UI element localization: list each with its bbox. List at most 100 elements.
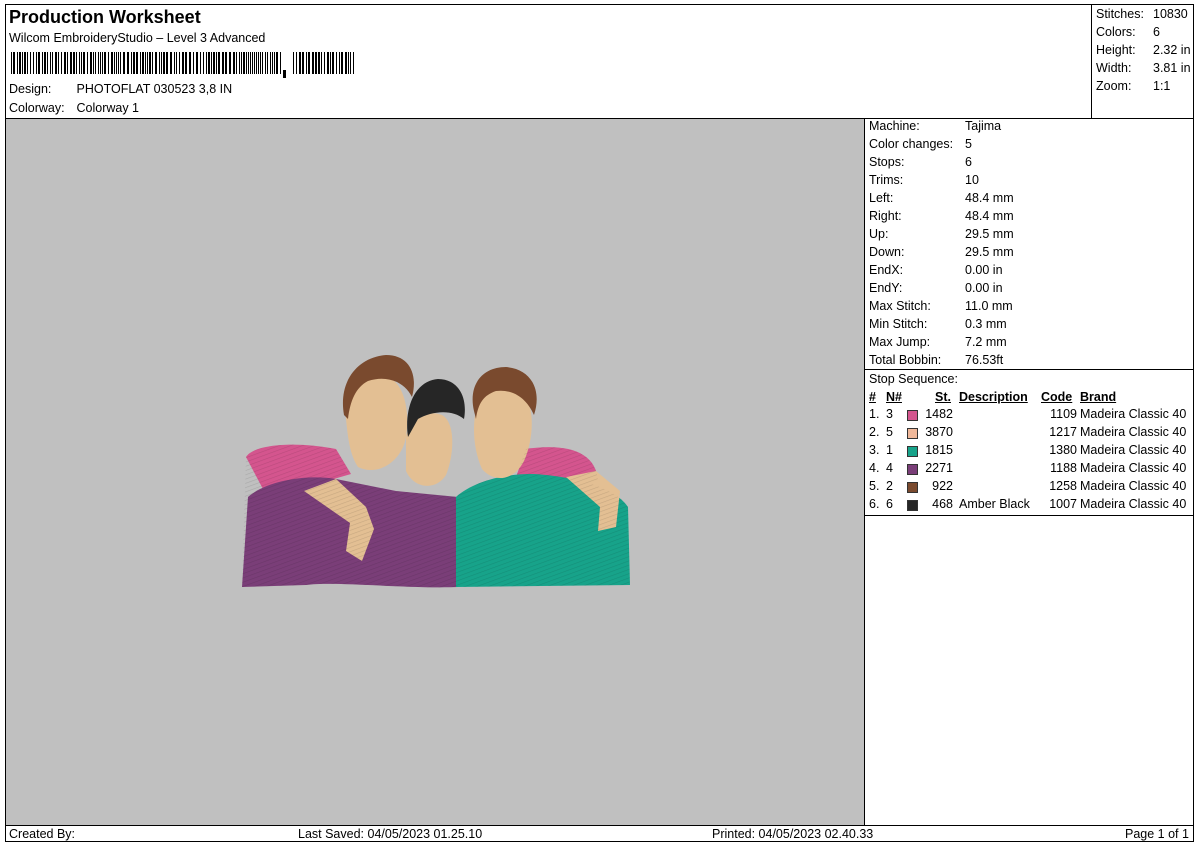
machine-info-value: 48.4 mm	[965, 209, 1014, 223]
width-label: Width:	[1096, 61, 1132, 75]
thread-brand: Madeira Classic 40	[1080, 425, 1187, 439]
barcode-bar	[267, 52, 268, 74]
barcode-bar	[13, 52, 15, 74]
col-header-idx: #	[869, 390, 876, 404]
barcode-bar	[149, 52, 151, 74]
stop-index: 3.	[869, 443, 880, 457]
col-header-brand: Brand	[1080, 390, 1117, 404]
col-header-description: Description	[959, 390, 1028, 404]
barcode-bar	[233, 52, 235, 74]
needle-number: 6	[886, 497, 893, 511]
machine-info-label: Machine:	[869, 119, 920, 133]
barcode-bar	[131, 52, 132, 74]
color-swatch	[907, 410, 918, 421]
barcode-bar	[104, 52, 106, 74]
stop-index: 1.	[869, 407, 880, 421]
barcode-bar	[262, 52, 263, 74]
barcode-bar	[218, 52, 220, 74]
colors-row: Colors: 6	[1096, 25, 1160, 39]
design-row: Design: PHOTOFLAT 030523 3,8 IN	[9, 82, 232, 96]
barcode-bar	[270, 52, 271, 74]
zoom-label: Zoom:	[1096, 79, 1132, 93]
stitch-count: 468	[932, 497, 953, 511]
barcode-bar	[211, 52, 212, 74]
machine-info-row: Trims: 10	[869, 173, 979, 187]
design-label: Design:	[9, 82, 52, 96]
barcode-bar	[11, 52, 12, 74]
machine-info-value: 10	[965, 173, 979, 187]
machine-info-label: Down:	[869, 245, 905, 259]
barcode-bar	[332, 52, 334, 74]
zoom-value: 1:1	[1153, 79, 1171, 93]
barcode-bar	[243, 52, 245, 74]
stop-sequence-title: Stop Sequence:	[869, 372, 958, 386]
machine-info-row: Max Stitch: 11.0 mm	[869, 299, 1013, 313]
stitch-count: 1482	[925, 407, 953, 421]
barcode-bar	[265, 52, 266, 74]
stitch-count: 2271	[925, 461, 953, 475]
stitches-row: Stitches: 10830	[1096, 7, 1188, 21]
needle-number: 1	[886, 443, 893, 457]
color-swatch	[907, 500, 918, 511]
machine-info-row: Machine: Tajima	[869, 119, 1001, 133]
barcode-bar	[73, 52, 75, 74]
thread-brand: Madeira Classic 40	[1080, 407, 1187, 421]
barcode-bar	[318, 52, 320, 74]
barcode-bar	[120, 52, 121, 74]
barcode-bar	[161, 52, 162, 74]
barcode-bar	[213, 52, 215, 74]
barcode-bar	[200, 52, 201, 74]
machine-info-row: Up: 29.5 mm	[869, 227, 1014, 241]
machine-info-value: 29.5 mm	[965, 227, 1014, 241]
color-swatch	[907, 464, 918, 475]
barcode-bar	[136, 52, 138, 74]
panel-divider	[864, 119, 865, 825]
machine-info-row: Right: 48.4 mm	[869, 209, 1014, 223]
thread-code: 1217	[1049, 425, 1077, 439]
barcode-bar	[222, 52, 224, 74]
machine-info-value: 11.0 mm	[965, 299, 1013, 313]
barcode-bar	[44, 52, 46, 74]
barcode-bar	[246, 52, 247, 74]
barcode-bar	[58, 52, 59, 74]
barcode-comma	[283, 70, 286, 78]
barcode-bar	[22, 52, 23, 74]
machine-info-value: 0.00 in	[965, 263, 1003, 277]
barcode-bar	[147, 52, 148, 74]
stitch-count: 922	[932, 479, 953, 493]
barcode-bar	[67, 52, 68, 74]
barcode-bar	[208, 52, 210, 74]
barcode-bar	[61, 52, 62, 74]
machine-info-label: Trims:	[869, 173, 904, 187]
barcode-bar	[341, 52, 343, 74]
page-number: Page 1 of 1	[1125, 827, 1189, 841]
barcode-bar	[50, 52, 51, 74]
barcode-bar	[81, 52, 82, 74]
barcode-bar	[348, 52, 349, 74]
barcode-bar	[70, 52, 72, 74]
barcode-bar	[93, 52, 94, 74]
barcode-bar	[256, 52, 257, 74]
barcode-bar	[38, 52, 40, 74]
machine-info-label: Left:	[869, 191, 894, 205]
barcode-bar	[315, 52, 317, 74]
thread-code: 1380	[1049, 443, 1077, 457]
barcode-bar	[159, 52, 160, 74]
machine-info-value: 7.2 mm	[965, 335, 1007, 349]
barcode-bar	[83, 52, 85, 74]
barcode-bar	[252, 52, 253, 74]
thread-brand: Madeira Classic 40	[1080, 461, 1187, 475]
thread-code: 1007	[1049, 497, 1077, 511]
barcode-bar	[55, 52, 57, 74]
machine-info-row: EndY: 0.00 in	[869, 281, 1003, 295]
design-preview-canvas[interactable]	[6, 119, 864, 825]
embroidery-design-preview	[242, 355, 630, 588]
barcode-bar	[308, 52, 310, 74]
stop-index: 5.	[869, 479, 880, 493]
barcode-bar	[239, 52, 240, 74]
machine-info-label: Min Stitch:	[869, 317, 928, 331]
stop-index: 6.	[869, 497, 880, 511]
barcode-bar	[216, 52, 217, 74]
barcode-bar	[170, 52, 172, 74]
barcode-bar	[339, 52, 340, 74]
